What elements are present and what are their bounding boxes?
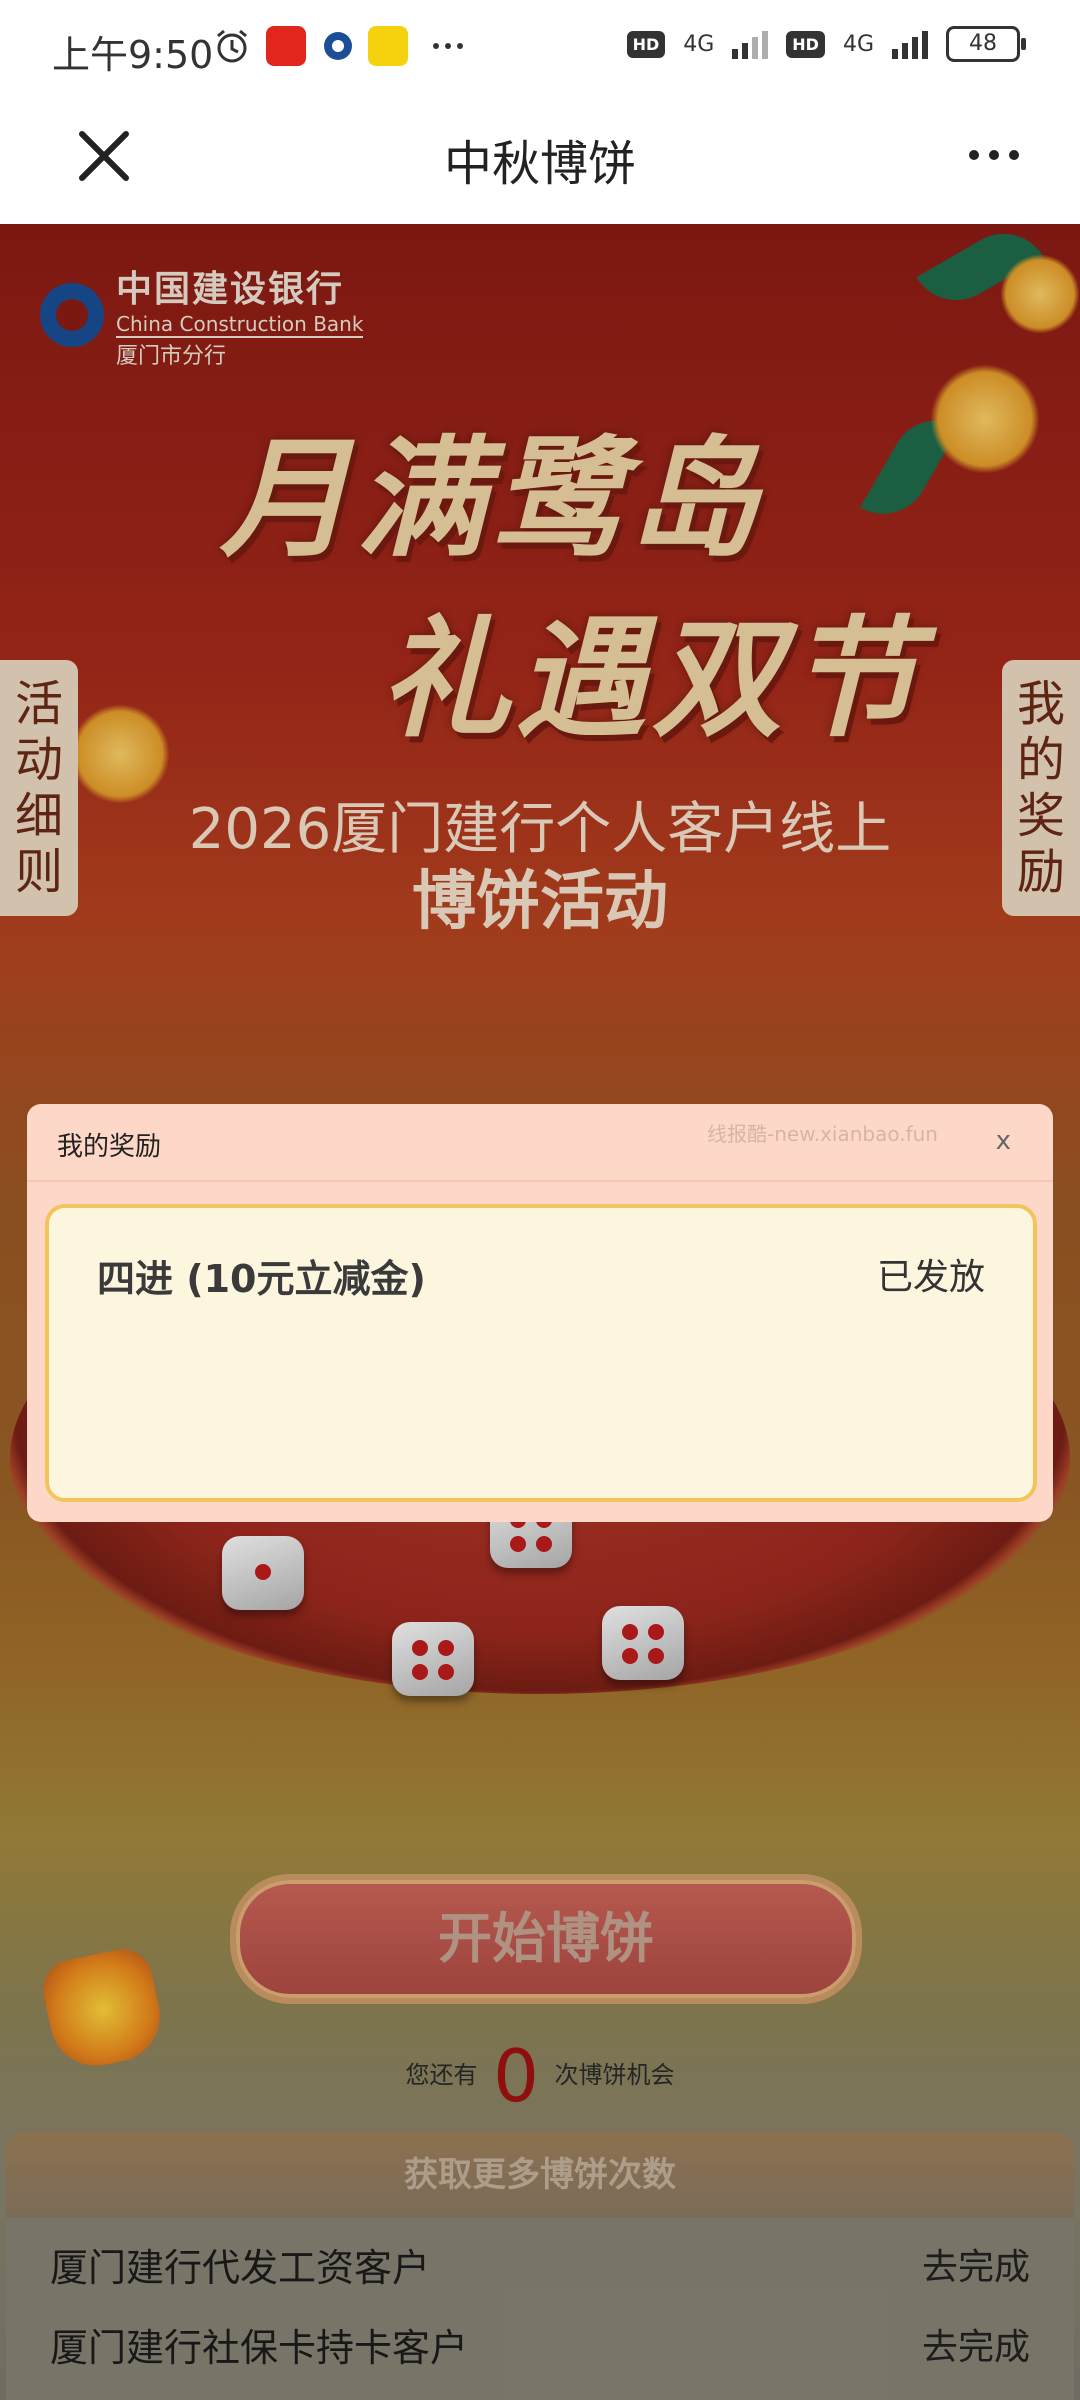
reward-card: 四进 (10元立减金) 已发放 xyxy=(45,1204,1037,1502)
yellow-app-icon xyxy=(368,26,408,66)
red-app-icon xyxy=(266,26,306,66)
modal-close-button[interactable]: x xyxy=(996,1126,1011,1156)
ccb-app-icon xyxy=(324,32,352,60)
hd-badge: HD xyxy=(626,30,666,58)
page-title: 中秋博饼 xyxy=(443,136,636,192)
hd-badge-2: HD xyxy=(786,30,825,58)
modal-title: 我的奖励 xyxy=(57,1132,162,1162)
signal-icon xyxy=(732,29,769,59)
more-icon[interactable] xyxy=(964,140,1024,170)
title-bar: 中秋博饼 xyxy=(0,96,1080,224)
status-right: HD 4G HD 4G 48 xyxy=(626,26,1026,62)
signal-icon-2 xyxy=(892,29,928,59)
modal-header: 我的奖励 线报酷-new.xianbao.fun x xyxy=(27,1104,1053,1182)
reward-status: 已发放 xyxy=(876,1257,985,1298)
network-label-1: 4G xyxy=(683,31,715,57)
battery-icon: 48 xyxy=(946,26,1026,62)
alarm-icon xyxy=(217,29,247,63)
my-rewards-modal: 我的奖励 线报酷-new.xianbao.fun x 四进 (10元立减金) 已… xyxy=(27,1104,1053,1522)
status-time: 上午9:50 xyxy=(52,33,214,77)
watermark-text: 线报酷-new.xianbao.fun xyxy=(707,1122,938,1146)
more-dots-icon xyxy=(433,43,463,49)
reward-name: 四进 (10元立减金) xyxy=(97,1257,426,1301)
network-label-2: 4G xyxy=(842,31,874,57)
status-bar: 上午9:50 HD 4G HD 4G 48 xyxy=(0,0,1080,96)
